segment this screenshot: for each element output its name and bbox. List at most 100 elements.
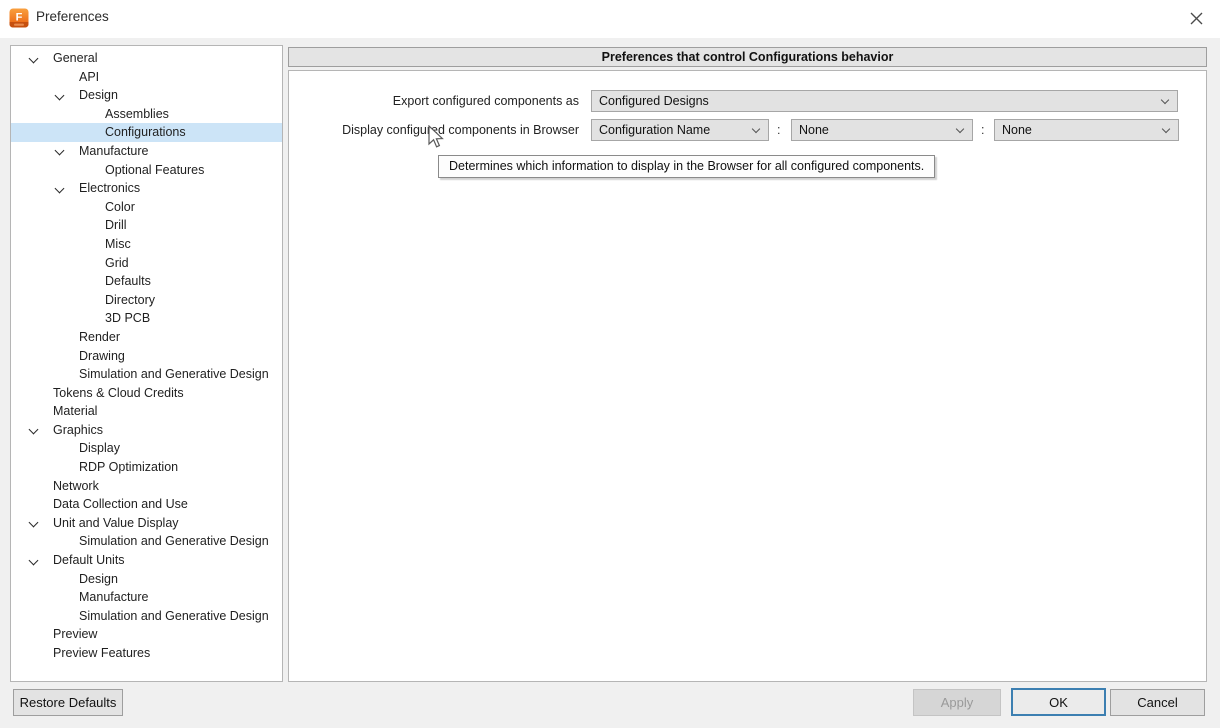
browser-display-field1-dropdown[interactable]: Configuration Name bbox=[591, 119, 769, 141]
chevron-down-icon[interactable] bbox=[54, 146, 65, 156]
preferences-sidebar: General API Design Assemblies Configurations… bbox=[10, 45, 283, 682]
sidebar-item-rdp-optimization[interactable]: RDP Optimization bbox=[11, 458, 282, 477]
sidebar-item-simulation-and-generative-design[interactable]: Simulation and Generative Design bbox=[11, 365, 282, 384]
sidebar-item-general[interactable]: General bbox=[11, 49, 282, 68]
sidebar-item-defaults[interactable]: Defaults bbox=[11, 272, 282, 291]
sidebar-item-label: Grid bbox=[105, 255, 129, 270]
sidebar-item-label: Unit and Value Display bbox=[53, 515, 179, 530]
ok-button[interactable]: OK bbox=[1011, 688, 1106, 716]
sidebar-item-unit-and-value-display[interactable]: Unit and Value Display bbox=[11, 514, 282, 533]
sidebar-item-api[interactable]: API bbox=[11, 68, 282, 87]
sidebar-item-label: Drawing bbox=[79, 348, 125, 363]
sidebar-item-label: API bbox=[79, 69, 100, 84]
sidebar-item-label: Preview Features bbox=[53, 646, 151, 660]
dropdown-value: Configured Designs bbox=[599, 94, 709, 108]
sidebar-item-default-units[interactable]: Default Units bbox=[11, 551, 282, 570]
close-icon[interactable] bbox=[1186, 8, 1206, 28]
sidebar-item-label: 3D PCB bbox=[105, 311, 151, 326]
preferences-dialog-body: General API Design Assemblies Configurations… bbox=[0, 38, 1220, 728]
cancel-button[interactable]: Cancel bbox=[1110, 689, 1205, 716]
sidebar-item-label: Configurations bbox=[105, 125, 186, 140]
sidebar-item-directory[interactable]: Directory bbox=[11, 291, 282, 310]
sidebar-item-preview-features[interactable]: Preview Features bbox=[11, 644, 282, 663]
preferences-tree: General API Design Assemblies Configurations… bbox=[11, 46, 282, 663]
sidebar-item-label: General bbox=[53, 51, 98, 65]
sidebar-item-label: Material bbox=[53, 404, 98, 419]
sidebar-item-data-collection-and-use[interactable]: Data Collection and Use bbox=[11, 495, 282, 514]
sidebar-item-label: Color bbox=[105, 199, 135, 214]
sidebar-item-manufacture[interactable]: Manufacture bbox=[11, 588, 282, 607]
sidebar-item-label: Misc bbox=[105, 236, 131, 251]
restore-defaults-button[interactable]: Restore Defaults bbox=[13, 689, 123, 716]
sidebar-item-label: Assemblies bbox=[105, 106, 169, 121]
sidebar-item-label: Defaults bbox=[105, 274, 151, 289]
chevron-down-icon[interactable] bbox=[28, 517, 39, 528]
sidebar-item-design[interactable]: Design bbox=[11, 570, 282, 589]
sidebar-item-label: Electronics bbox=[79, 181, 141, 196]
separator-colon: : bbox=[777, 123, 781, 137]
chevron-down-icon[interactable] bbox=[28, 555, 39, 565]
sidebar-item-label: Manufacture bbox=[79, 590, 149, 605]
sidebar-item-label: Design bbox=[79, 571, 118, 586]
sidebar-item-misc[interactable]: Misc bbox=[11, 235, 282, 254]
sidebar-item-label: Simulation and Generative Design bbox=[79, 367, 269, 382]
sidebar-item-optional-features[interactable]: Optional Features bbox=[11, 161, 282, 180]
chevron-down-icon bbox=[1161, 124, 1171, 134]
chevron-down-icon[interactable] bbox=[54, 90, 65, 101]
browser-display-field3-dropdown[interactable]: None bbox=[994, 119, 1179, 141]
chevron-down-icon bbox=[751, 124, 761, 134]
chevron-down-icon bbox=[955, 124, 965, 134]
sidebar-item-label: Preview bbox=[53, 627, 98, 642]
sidebar-item-electronics[interactable]: Electronics bbox=[11, 179, 282, 198]
sidebar-item-manufacture[interactable]: Manufacture bbox=[11, 142, 282, 161]
sidebar-item-label: Directory bbox=[105, 292, 156, 307]
sidebar-item-label: RDP Optimization bbox=[79, 460, 179, 475]
titlebar: F Preferences bbox=[0, 0, 1220, 38]
sidebar-item-render[interactable]: Render bbox=[11, 328, 282, 347]
separator-colon: : bbox=[981, 123, 985, 137]
dropdown-value: None bbox=[799, 123, 829, 137]
sidebar-item-label: Network bbox=[53, 478, 99, 493]
sidebar-item-configurations[interactable]: Configurations bbox=[11, 123, 282, 142]
sidebar-item-tokens-cloud-credits[interactable]: Tokens & Cloud Credits bbox=[11, 384, 282, 403]
sidebar-item-display[interactable]: Display bbox=[11, 439, 282, 458]
dropdown-value: Configuration Name bbox=[599, 123, 711, 137]
sidebar-item-label: Drill bbox=[105, 218, 127, 233]
sidebar-item-3d-pcb[interactable]: 3D PCB bbox=[11, 309, 282, 328]
sidebar-item-design[interactable]: Design bbox=[11, 86, 282, 105]
sidebar-item-color[interactable]: Color bbox=[11, 198, 282, 217]
sidebar-item-grid[interactable]: Grid bbox=[11, 254, 282, 273]
browser-display-field2-dropdown[interactable]: None bbox=[791, 119, 973, 141]
sidebar-item-network[interactable]: Network bbox=[11, 477, 282, 496]
sidebar-item-simulation-and-generative-design[interactable]: Simulation and Generative Design bbox=[11, 607, 282, 626]
export-configured-components-label: Export configured components as bbox=[392, 94, 579, 108]
configurations-settings-panel: Export configured components as Configur… bbox=[288, 70, 1207, 682]
chevron-down-icon bbox=[1160, 95, 1170, 105]
export-configured-components-dropdown[interactable]: Configured Designs bbox=[591, 90, 1178, 112]
panel-header: Preferences that control Configurations … bbox=[288, 47, 1207, 67]
sidebar-item-label: Design bbox=[79, 88, 118, 103]
sidebar-item-drawing[interactable]: Drawing bbox=[11, 347, 282, 366]
sidebar-item-simulation-and-generative-design[interactable]: Simulation and Generative Design bbox=[11, 532, 282, 551]
sidebar-item-label: Tokens & Cloud Credits bbox=[53, 385, 184, 400]
sidebar-item-preview[interactable]: Preview bbox=[11, 625, 282, 644]
sidebar-item-drill[interactable]: Drill bbox=[11, 216, 282, 235]
svg-text:F: F bbox=[16, 12, 23, 24]
chevron-down-icon[interactable] bbox=[28, 53, 39, 63]
sidebar-item-graphics[interactable]: Graphics bbox=[11, 421, 282, 440]
chevron-down-icon[interactable] bbox=[54, 183, 65, 194]
sidebar-item-label: Manufacture bbox=[79, 143, 149, 158]
sidebar-item-material[interactable]: Material bbox=[11, 402, 282, 421]
sidebar-item-label: Render bbox=[79, 329, 120, 344]
sidebar-item-label: Graphics bbox=[53, 422, 104, 437]
sidebar-item-label: Optional Features bbox=[105, 162, 205, 177]
chevron-down-icon[interactable] bbox=[28, 424, 39, 435]
fusion-logo-icon: F bbox=[9, 8, 29, 28]
apply-button[interactable]: Apply bbox=[913, 689, 1001, 716]
sidebar-item-label: Display bbox=[79, 441, 120, 456]
mouse-cursor bbox=[428, 125, 444, 148]
sidebar-item-assemblies[interactable]: Assemblies bbox=[11, 105, 282, 124]
sidebar-item-label: Simulation and Generative Design bbox=[79, 608, 269, 623]
tooltip: Determines which information to display … bbox=[438, 155, 936, 178]
sidebar-item-label: Data Collection and Use bbox=[53, 497, 188, 512]
